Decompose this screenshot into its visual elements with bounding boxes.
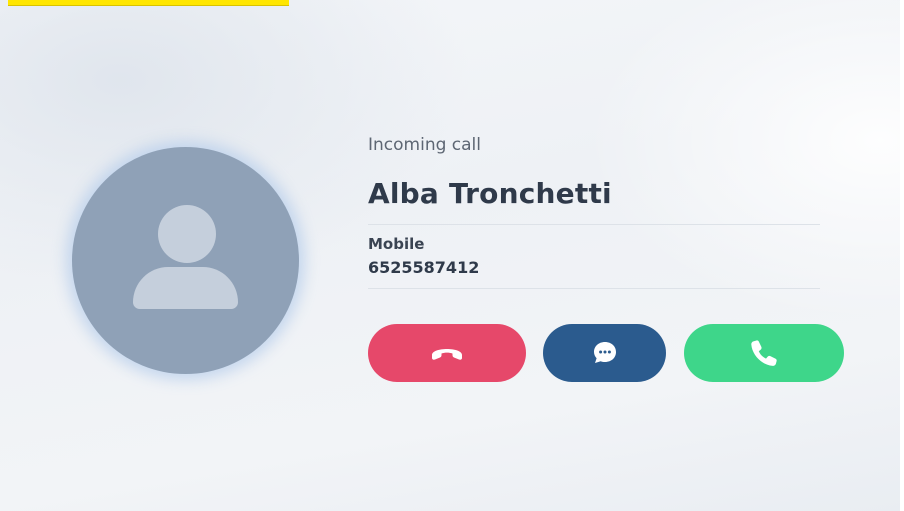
incoming-call-screen: Incoming call Alba Tronchetti Mobile 652… [0,0,904,511]
number-type-label: Mobile [368,235,425,253]
phone-number: 6525587412 [368,258,480,277]
decline-call-button[interactable] [368,324,526,382]
person-silhouette-body [133,267,238,309]
caller-info: Incoming call Alba Tronchetti Mobile 652… [368,132,820,289]
right-edge [900,0,904,511]
caller-avatar [72,147,299,374]
phone-hangup-icon [432,349,462,360]
call-actions [368,324,844,382]
caller-name: Alba Tronchetti [368,177,612,210]
message-bubble-icon [593,342,616,363]
divider [368,224,820,225]
call-status: Incoming call [368,135,481,155]
person-silhouette-icon [158,205,216,263]
divider [368,288,820,289]
phone-answer-icon [751,340,777,366]
message-button[interactable] [543,324,666,382]
highlight-marker [8,0,289,6]
answer-call-button[interactable] [684,324,844,382]
